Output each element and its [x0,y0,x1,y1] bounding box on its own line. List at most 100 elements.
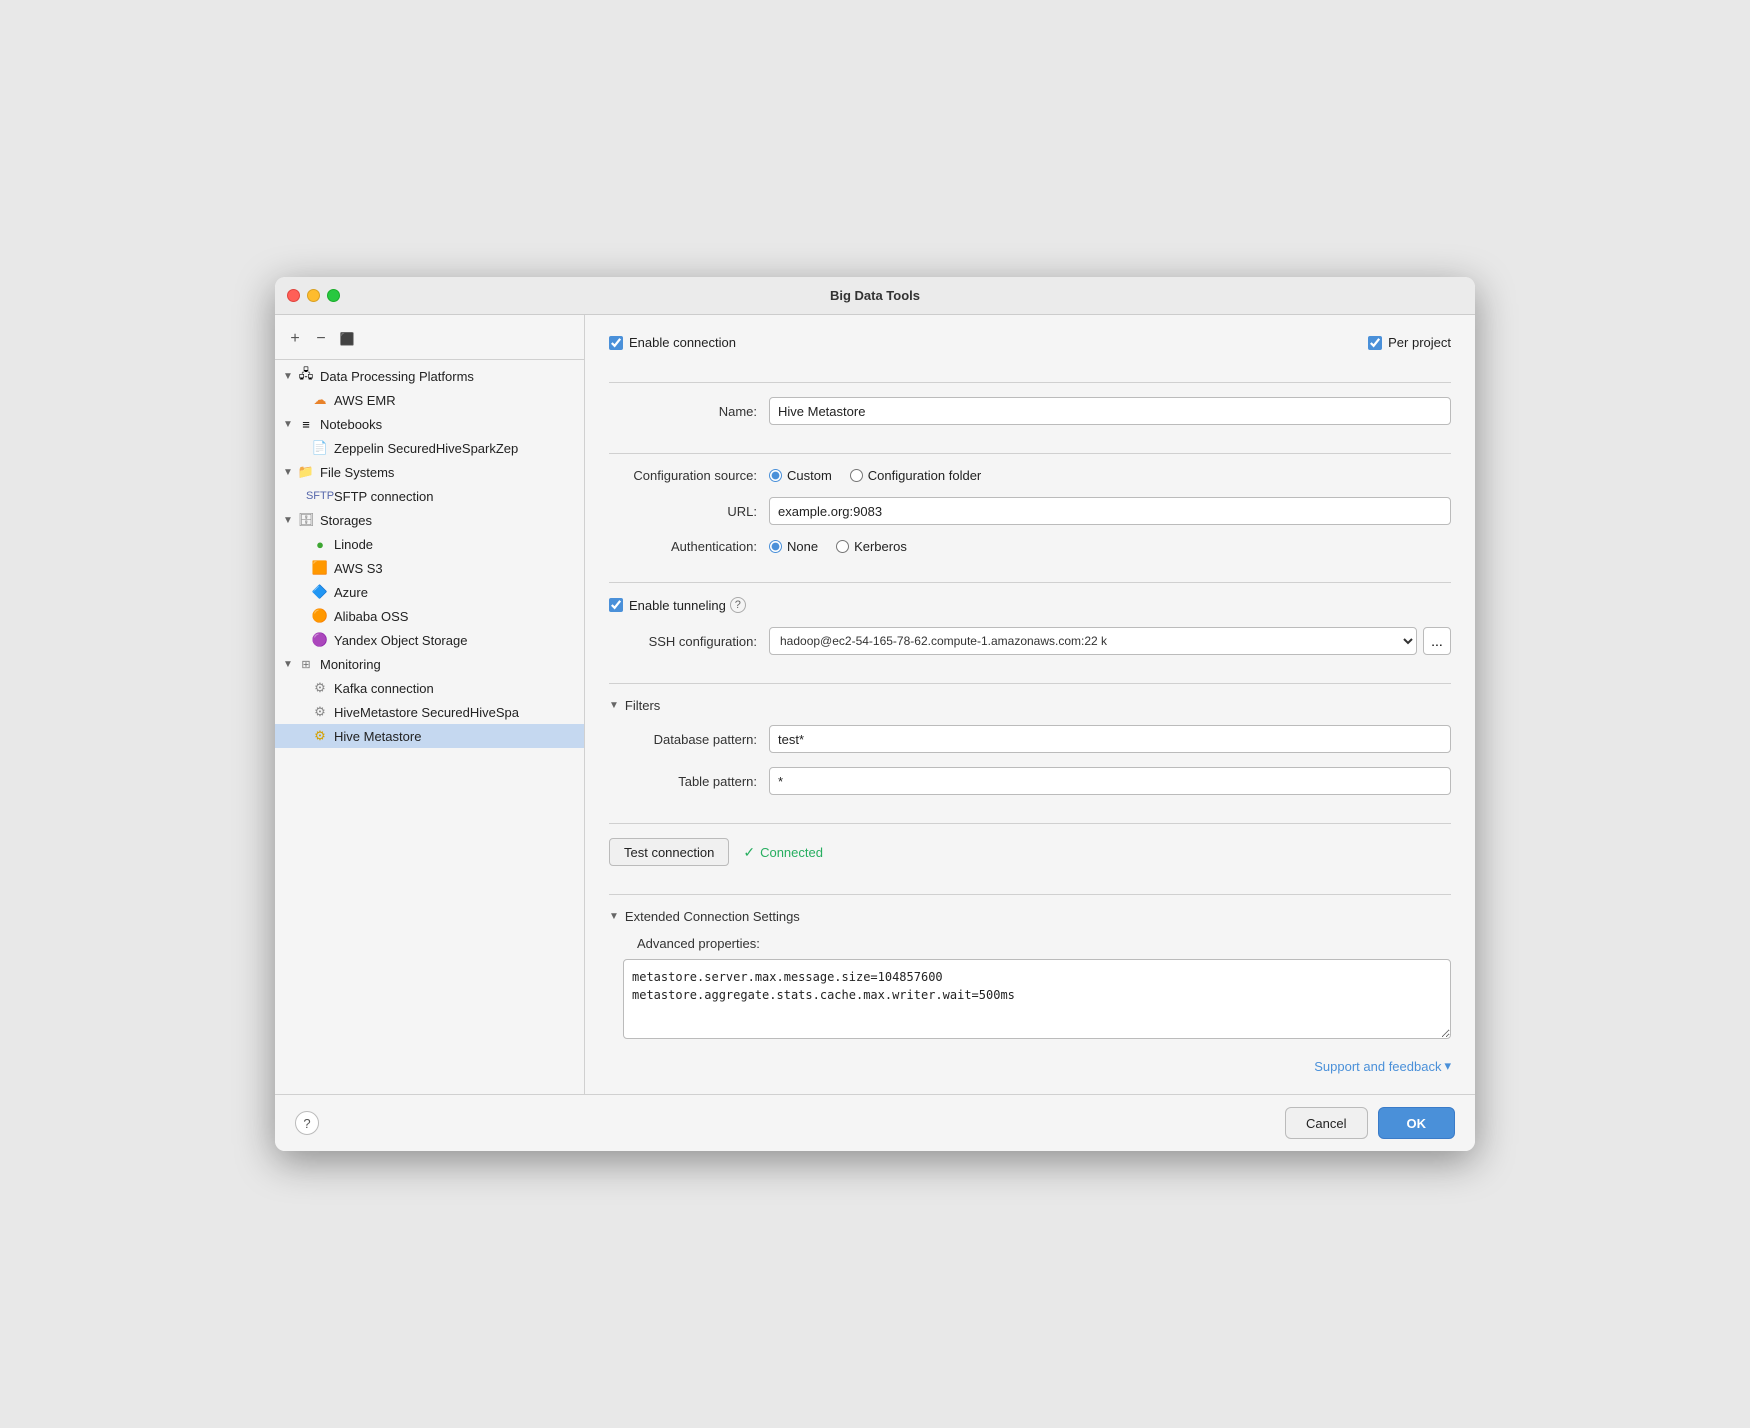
tunneling-checkbox-label[interactable]: Enable tunneling [609,598,726,613]
separator-5 [609,823,1451,824]
sidebar-item-filesystems[interactable]: ▼ 📁 File Systems [275,460,584,484]
sidebar-item-storages[interactable]: ▼ 🗄 Storages [275,508,584,532]
sidebar-item-monitoring[interactable]: ▼ ⊞ Monitoring [275,652,584,676]
enable-tunneling-label: Enable tunneling [629,598,726,613]
db-pattern-input[interactable] [769,725,1451,753]
remove-button[interactable]: − [309,327,333,351]
zeppelin-icon: 📄 [311,439,329,457]
auth-none-label[interactable]: None [769,539,818,554]
sidebar-item-label: AWS EMR [334,393,396,408]
minimize-button[interactable] [307,289,320,302]
advanced-props-textarea[interactable] [623,959,1451,1039]
filters-section-header[interactable]: ▼ Filters [609,698,1451,713]
sidebar-item-label: SFTP connection [334,489,433,504]
ok-button[interactable]: OK [1378,1107,1456,1139]
alibaba-icon: 🟠 [311,607,329,625]
url-label: URL: [609,504,769,519]
sidebar-item-azure[interactable]: 🔷 Azure [275,580,584,604]
aws-s3-icon: 🟧 [311,559,329,577]
cancel-button[interactable]: Cancel [1285,1107,1367,1139]
advanced-properties-section: Advanced properties: [623,936,1451,1042]
tunneling-help-icon[interactable]: ? [730,597,746,613]
storages-icon: 🗄 [297,511,315,529]
sidebar-item-hivemeta-secured[interactable]: ⚙ HiveMetastore SecuredHiveSpa [275,700,584,724]
sidebar-item-label: Notebooks [320,417,382,432]
sidebar-item-zeppelin[interactable]: 📄 Zeppelin SecuredHiveSparkZep [275,436,584,460]
ssh-config-select[interactable]: hadoop@ec2-54-165-78-62.compute-1.amazon… [769,627,1417,655]
maximize-button[interactable] [327,289,340,302]
expand-arrow: ▼ [283,515,297,526]
close-button[interactable] [287,289,300,302]
ssh-more-button[interactable]: ... [1423,627,1451,655]
db-pattern-label: Database pattern: [609,732,769,747]
enable-tunneling-checkbox[interactable] [609,598,623,612]
separator-2 [609,453,1451,454]
hivemeta-icon: ⚙ [311,703,329,721]
tunneling-row: Enable tunneling ? [609,597,1451,613]
config-folder-radio[interactable] [850,469,863,482]
separator-1 [609,382,1451,383]
sidebar-item-hive-metastore[interactable]: ⚙ Hive Metastore [275,724,584,748]
right-panel: Enable connection Per project Name: Conf… [585,315,1475,1094]
config-folder-radio-label[interactable]: Configuration folder [850,468,981,483]
support-feedback-label: Support and feedback [1314,1059,1441,1074]
sidebar-item-linode[interactable]: ● Linode [275,532,584,556]
name-label: Name: [609,404,769,419]
auth-kerberos-label[interactable]: Kerberos [836,539,907,554]
top-options-row: Enable connection Per project [609,335,1451,350]
separator-6 [609,894,1451,895]
name-input[interactable] [769,397,1451,425]
sidebar-item-aws-s3[interactable]: 🟧 AWS S3 [275,556,584,580]
sidebar-item-data-processing[interactable]: ▼ 🖧 Data Processing Platforms [275,364,584,388]
sidebar-item-label: File Systems [320,465,394,480]
custom-radio[interactable] [769,469,782,482]
main-window: Big Data Tools + − ⬛ ▼ 🖧 Data Processing… [275,277,1475,1151]
extended-arrow-icon: ▼ [609,911,619,922]
table-pattern-row: Table pattern: [609,767,1451,795]
sidebar-item-sftp[interactable]: SFTP SFTP connection [275,484,584,508]
advanced-props-label: Advanced properties: [637,936,1451,951]
db-pattern-row: Database pattern: [609,725,1451,753]
sidebar-item-yandex[interactable]: 🟣 Yandex Object Storage [275,628,584,652]
auth-none-radio[interactable] [769,540,782,553]
extended-header-label: Extended Connection Settings [625,909,800,924]
sidebar-item-kafka[interactable]: ⚙ Kafka connection [275,676,584,700]
sidebar-item-notebooks[interactable]: ▼ ≡ Notebooks [275,412,584,436]
extended-section-header[interactable]: ▼ Extended Connection Settings [609,909,1451,924]
url-input[interactable] [769,497,1451,525]
sidebar-item-aws-emr[interactable]: ☁ AWS EMR [275,388,584,412]
sidebar-item-label: Data Processing Platforms [320,369,474,384]
enable-connection-checkbox[interactable] [609,336,623,350]
per-project-checkbox-label[interactable]: Per project [1368,335,1451,350]
copy-button[interactable]: ⬛ [335,327,359,351]
auth-kerberos-radio[interactable] [836,540,849,553]
action-buttons: Cancel OK [1285,1107,1455,1139]
config-folder-radio-text: Configuration folder [868,468,981,483]
enable-connection-checkbox-label[interactable]: Enable connection [609,335,736,350]
custom-radio-text: Custom [787,468,832,483]
test-connection-button[interactable]: Test connection [609,838,729,866]
auth-none-text: None [787,539,818,554]
window-controls [287,289,340,302]
custom-radio-label[interactable]: Custom [769,468,832,483]
help-button[interactable]: ? [295,1111,319,1135]
separator-4 [609,683,1451,684]
support-feedback-link[interactable]: Support and feedback ▾ [609,1058,1451,1074]
sidebar-item-label: Kafka connection [334,681,434,696]
titlebar: Big Data Tools [275,277,1475,315]
per-project-checkbox[interactable] [1368,336,1382,350]
ssh-config-row: SSH configuration: hadoop@ec2-54-165-78-… [609,627,1451,655]
sidebar-item-label: Monitoring [320,657,381,672]
expand-arrow: ▼ [283,659,297,670]
separator-3 [609,582,1451,583]
auth-row: Authentication: None Kerberos [609,539,1451,554]
enable-connection-label: Enable connection [629,335,736,350]
auth-kerberos-text: Kerberos [854,539,907,554]
sidebar-item-alibaba[interactable]: 🟠 Alibaba OSS [275,604,584,628]
sidebar-item-label: Hive Metastore [334,729,421,744]
table-pattern-label: Table pattern: [609,774,769,789]
add-button[interactable]: + [283,327,307,351]
sidebar-item-label: AWS S3 [334,561,383,576]
table-pattern-input[interactable] [769,767,1451,795]
hive-icon: ⚙ [311,727,329,745]
